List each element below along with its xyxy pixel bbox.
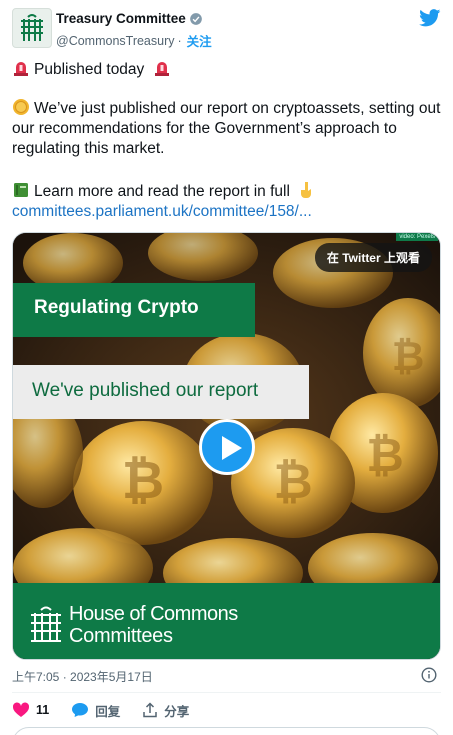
read-replies-button[interactable] [12, 727, 441, 735]
display-name[interactable]: Treasury Committee [56, 11, 186, 26]
reply-label: 回复 [95, 704, 121, 719]
like-count: 11 [36, 703, 50, 717]
tweet-line-1: Published today [12, 59, 442, 80]
svg-text:₿: ₿ [122, 451, 164, 511]
handle-separator: · [177, 33, 182, 48]
org-name-line-2: Committees [69, 625, 173, 647]
avatar[interactable] [12, 8, 52, 48]
portcullis-icon [21, 14, 43, 41]
svg-text:₿: ₿ [366, 428, 404, 482]
follow-button[interactable]: 关注 [187, 31, 212, 50]
play-icon[interactable] [199, 419, 255, 475]
video-footer-band: House of Commons Committees [13, 583, 440, 659]
video-watermark: video: Pexels [396, 233, 438, 241]
watch-on-twitter-button[interactable]: 在 Twitter 上观看 [314, 243, 432, 272]
tweet-card: Treasury Committee @CommonsTreasury · 关注… [0, 0, 453, 735]
handle-row: @CommonsTreasury · 关注 [56, 31, 212, 50]
twitter-bird-icon[interactable] [419, 9, 441, 27]
heart-icon [12, 702, 30, 717]
handle[interactable]: @CommonsTreasury [56, 34, 175, 48]
video-title-banner: Regulating Crypto [13, 283, 255, 337]
timestamp[interactable]: 上午7:05 · 2023年5月17日 [12, 668, 153, 685]
siren-icon [14, 62, 28, 76]
verified-badge-icon [189, 12, 202, 25]
like-button[interactable]: 11 [12, 702, 49, 718]
portcullis-icon [31, 606, 61, 642]
share-icon [143, 702, 157, 718]
reply-bubble-icon [72, 703, 89, 717]
svg-text:₿: ₿ [273, 454, 312, 510]
tweet-line-2: We’ve just published our report on crypt… [12, 99, 441, 157]
info-icon[interactable] [421, 667, 437, 683]
svg-text:₿: ₿ [392, 334, 425, 380]
action-bar: 11 回复 分享 [12, 700, 211, 720]
share-button[interactable]: 分享 [142, 701, 189, 720]
share-label: 分享 [164, 704, 190, 719]
coin-icon [13, 99, 29, 115]
siren-icon [154, 62, 169, 76]
book-icon [14, 183, 28, 197]
org-name-line-1: House of Commons [69, 603, 238, 625]
author-name-row[interactable]: Treasury Committee [56, 11, 203, 26]
reply-button[interactable]: 回复 [71, 701, 120, 720]
video-subtitle-banner: We've published our report [13, 365, 309, 419]
pointing-down-icon [301, 182, 312, 198]
tweet-line-3: Learn more and read the report in full [12, 181, 442, 202]
divider [12, 692, 441, 693]
report-link[interactable]: committees.parliament.uk/committee/158/.… [12, 203, 312, 221]
video-card[interactable]: ₿ ₿ ₿ ₿ video: Pexels 在 Twitter 上观看 Regu… [12, 232, 441, 660]
